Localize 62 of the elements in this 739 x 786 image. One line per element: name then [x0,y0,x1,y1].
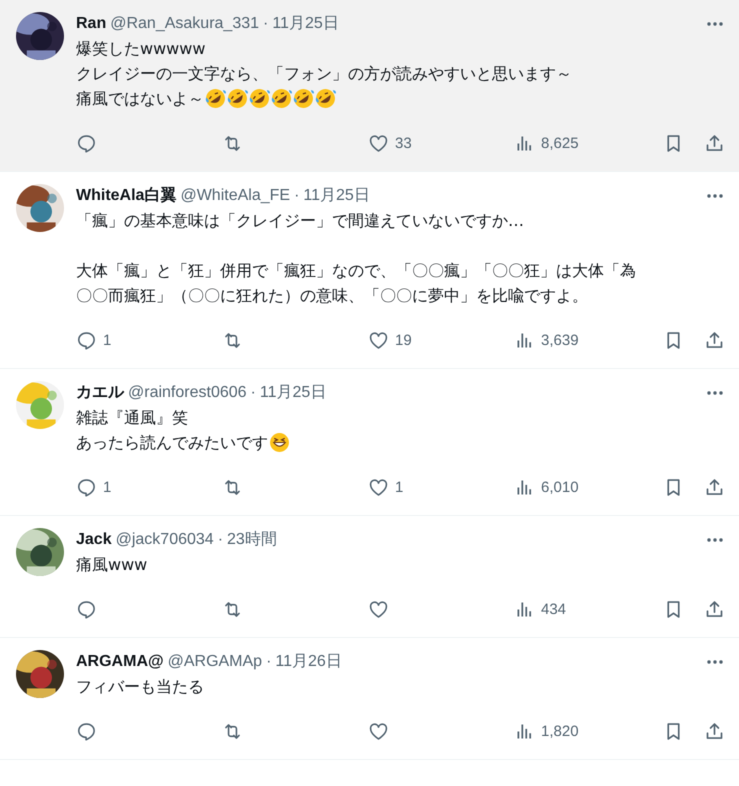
author-handle[interactable]: @Ran_Asakura_331 [110,12,260,36]
author-handle[interactable]: @WhiteAla_FE [180,184,290,208]
author-name[interactable]: Jack [76,528,112,552]
post-text: 〇〇而瘋狂」（〇〇に狂れた）の意味、「〇〇に夢中」を比喩ですよ。 [76,285,588,307]
separator-dot: · [250,383,256,403]
laughing-tears-emoji-icon [315,88,336,109]
view-count: 6,010 [541,478,579,496]
like-count: 1 [395,478,404,496]
post-text: クレイジーの一文字なら、「フォン」の方が読みやすいと思います～ [76,63,572,85]
post-time[interactable]: 11月25日 [303,184,370,208]
heart-icon[interactable] [368,720,389,742]
laughing-tears-emoji-icon [205,88,226,109]
laughing-tears-emoji-icon [271,88,292,109]
author-name[interactable]: Ran [76,12,106,36]
reply-count: 1 [103,332,112,348]
heart-icon[interactable] [368,330,389,350]
reply-icon[interactable] [76,132,97,154]
post-text: 大体「瘋」と「狂」併用で「瘋狂」なので、「〇〇瘋」「〇〇狂」は大体「為 [76,260,636,282]
reply-icon[interactable] [76,720,97,742]
heart-icon[interactable] [368,132,389,154]
post-time[interactable]: 11月25日 [260,381,326,405]
reply-icon[interactable] [76,476,97,498]
share-icon[interactable] [704,720,725,742]
reply-icon[interactable] [76,598,97,620]
reply-icon[interactable] [76,330,97,350]
author-handle[interactable]: @jack706034 [116,528,214,552]
post-text: 雑誌『通風』笑 [76,407,188,429]
view-count: 434 [541,600,566,618]
heart-icon[interactable] [368,476,389,498]
post-text: 爆笑したwwwww [76,38,206,60]
author-name[interactable]: カエル [76,381,124,405]
separator-dot: · [263,14,268,34]
heart-icon[interactable] [368,598,389,620]
share-icon[interactable] [704,476,725,498]
grinning-emoji-icon [269,432,290,453]
laughing-tears-emoji-icon [227,88,248,109]
author-handle[interactable]: @ARGAMAp [168,650,262,674]
post-text: 痛風ではないよ～ [76,88,204,110]
reply-count: 1 [103,478,112,496]
author-handle[interactable]: @rainforest0606 [128,381,247,405]
laughing-tears-emoji-icon [293,88,314,109]
view-count: 1,820 [541,722,579,740]
post-text: 「瘋」の基本意味は「クレイジー」で間違えていないですか… [76,210,524,232]
separator-dot: · [218,530,224,550]
view-count: 8,625 [541,134,579,152]
post-time[interactable]: 11月26日 [275,650,342,674]
like-count: 33 [395,134,412,152]
author-name[interactable]: WhiteAla白翼 [76,184,176,208]
share-icon[interactable] [704,132,725,154]
post-time[interactable]: 11月25日 [272,12,339,36]
post-text: あったら読んでみたいです [76,432,268,454]
view-count: 3,639 [541,332,579,348]
author-name[interactable]: ARGAMA@ [76,650,164,674]
post-text: 痛風www [76,554,148,576]
like-count: 19 [395,332,412,348]
separator-dot: · [294,186,300,206]
separator-dot: · [266,652,272,672]
post-text: フィバーも当たる [76,676,204,698]
laughing-tears-emoji-icon [249,88,270,109]
share-icon[interactable] [704,330,725,350]
share-icon[interactable] [704,598,725,620]
post-time[interactable]: 23時間 [227,528,277,552]
